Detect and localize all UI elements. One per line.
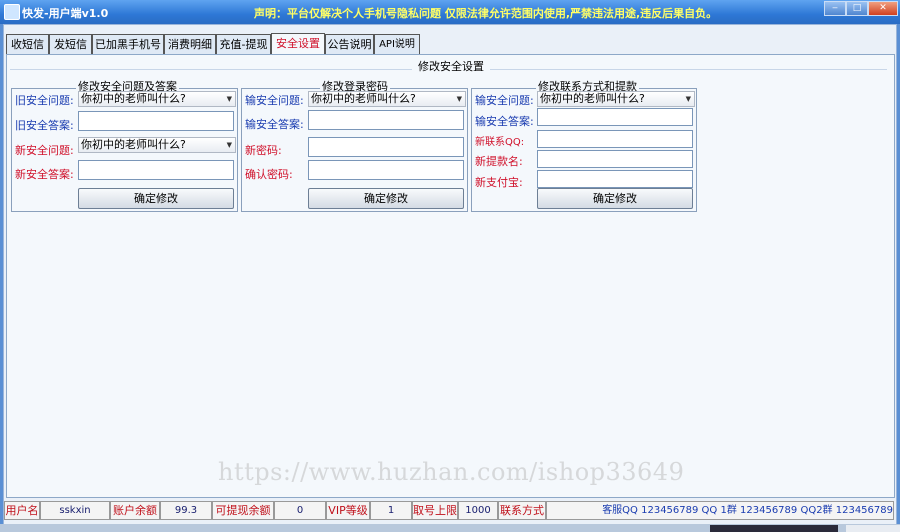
title-bar: 快发-用户端v1.0 声明：平台仅解决个人手机号隐私问题 仅限法律允许范围内使用… bbox=[0, 0, 900, 24]
watermark: https://www.huzhan.com/ishop33649 bbox=[218, 458, 685, 486]
new-alipay-label: 新支付宝: bbox=[475, 176, 523, 189]
confirm-password-input[interactable] bbox=[308, 160, 464, 180]
new-qq-input[interactable] bbox=[537, 130, 693, 148]
password-answer-input[interactable] bbox=[308, 110, 464, 130]
confirm-password-label: 确认密码: bbox=[245, 168, 293, 181]
tab-blacklisted-numbers[interactable]: 已加黑手机号 bbox=[92, 34, 164, 54]
tab-send-sms[interactable]: 发短信 bbox=[49, 34, 92, 54]
new-withdraw-name-input[interactable] bbox=[537, 150, 693, 168]
username-label: 用户名 bbox=[4, 501, 40, 520]
taskbar-tray bbox=[846, 525, 900, 532]
new-withdraw-name-label: 新提款名: bbox=[475, 155, 523, 168]
withdrawable-value: 0 bbox=[274, 501, 326, 520]
new-alipay-input[interactable] bbox=[537, 170, 693, 188]
password-answer-label: 输安全答案: bbox=[245, 118, 304, 131]
username-value: sskxin bbox=[40, 501, 110, 520]
tab-consumption-details[interactable]: 消费明细 bbox=[164, 34, 216, 54]
chevron-down-icon: ▼ bbox=[226, 141, 232, 149]
tab-api-docs[interactable]: API说明 bbox=[374, 34, 420, 54]
status-bar: 用户名 sskxin 账户余额 99.3 可提现余额 0 VIP等级 1 取号上… bbox=[4, 501, 894, 520]
new-answer-input[interactable] bbox=[78, 160, 234, 180]
app-icon bbox=[4, 4, 20, 20]
balance-label: 账户余额 bbox=[110, 501, 160, 520]
confirm-contact-button[interactable]: 确定修改 bbox=[537, 188, 693, 209]
limit-label: 取号上限 bbox=[412, 501, 458, 520]
contact-value: 客服QQ 123456789 QQ 1群 123456789 QQ2群 1234… bbox=[546, 501, 894, 520]
contact-question-label: 输安全问题: bbox=[475, 94, 534, 107]
vip-value: 1 bbox=[370, 501, 412, 520]
old-answer-input[interactable] bbox=[78, 111, 234, 131]
new-question-label: 新安全问题: bbox=[15, 144, 74, 157]
confirm-password-button[interactable]: 确定修改 bbox=[308, 188, 464, 209]
contact-label: 联系方式 bbox=[498, 501, 546, 520]
minimize-button[interactable]: ‒ bbox=[824, 1, 846, 16]
window-title: 快发-用户端v1.0 bbox=[22, 7, 109, 20]
taskbar-item[interactable] bbox=[710, 525, 838, 532]
password-question-select[interactable]: 你初中的老师叫什么? ▼ bbox=[308, 91, 466, 107]
new-password-input[interactable] bbox=[308, 137, 464, 157]
vip-label: VIP等级 bbox=[326, 501, 370, 520]
new-qq-label: 新联系QQ: bbox=[475, 137, 525, 148]
tab-receive-sms[interactable]: 收短信 bbox=[6, 34, 49, 54]
maximize-button[interactable]: □ bbox=[846, 1, 868, 16]
old-question-label: 旧安全问题: bbox=[15, 94, 74, 107]
withdrawable-label: 可提现余额 bbox=[212, 501, 274, 520]
section-title: 修改安全设置 bbox=[412, 58, 490, 74]
confirm-security-question-button[interactable]: 确定修改 bbox=[78, 188, 234, 209]
close-button[interactable]: ✕ bbox=[868, 1, 898, 16]
contact-question-select[interactable]: 你初中的老师叫什么? ▼ bbox=[537, 91, 695, 107]
new-password-label: 新密码: bbox=[245, 144, 282, 157]
tab-recharge-withdraw[interactable]: 充值-提现 bbox=[216, 34, 271, 54]
new-question-select[interactable]: 你初中的老师叫什么? ▼ bbox=[78, 137, 236, 153]
contact-answer-label: 输安全答案: bbox=[475, 115, 534, 128]
password-question-label: 输安全问题: bbox=[245, 94, 304, 107]
tab-security-settings[interactable]: 安全设置 bbox=[271, 33, 325, 55]
balance-value: 99.3 bbox=[160, 501, 212, 520]
chevron-down-icon: ▼ bbox=[456, 95, 462, 103]
limit-value: 1000 bbox=[458, 501, 498, 520]
old-question-select[interactable]: 你初中的老师叫什么? ▼ bbox=[78, 91, 236, 107]
chevron-down-icon: ▼ bbox=[685, 95, 691, 103]
tab-announcement[interactable]: 公告说明 bbox=[325, 34, 374, 54]
contact-answer-input[interactable] bbox=[537, 108, 693, 126]
new-answer-label: 新安全答案: bbox=[15, 168, 74, 181]
old-answer-label: 旧安全答案: bbox=[15, 119, 74, 132]
chevron-down-icon: ▼ bbox=[226, 95, 232, 103]
disclaimer-notice: 声明：平台仅解决个人手机号隐私问题 仅限法律允许范围内使用,严禁违法用途,违反后… bbox=[254, 7, 718, 20]
